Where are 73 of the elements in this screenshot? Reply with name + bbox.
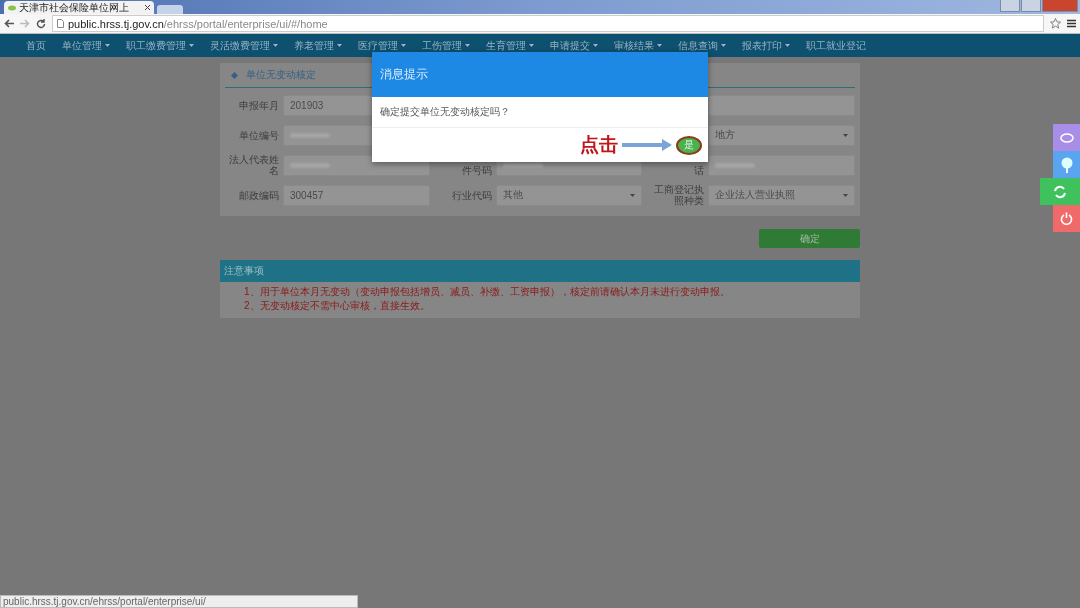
nav-menu-item[interactable]: 生育管理 <box>478 38 542 53</box>
back-icon[interactable] <box>4 19 14 28</box>
note-text: 1、用于单位本月无变动（变动申报包括增员、减员、补缴、工资申报），核定前请确认本月未进行变动申报。 <box>244 285 731 299</box>
text-field[interactable] <box>708 94 855 116</box>
panel-title: 单位无变动核定 <box>246 68 316 82</box>
nav-menu-item[interactable]: 审核结果 <box>606 38 670 53</box>
address-field[interactable]: public.hrss.tj.gov.cn/ehrss/portal/enterprise/ui/#/home <box>52 15 1044 32</box>
tree-button[interactable] <box>1053 151 1080 178</box>
nav-menu-item[interactable]: 信息查询 <box>670 38 734 53</box>
field-label: 法人代表姓名 <box>228 154 279 176</box>
field-label: 话 <box>693 165 705 176</box>
field-label: 行业代码 <box>450 189 492 201</box>
dialog-title: 消息提示 <box>372 52 708 97</box>
status-bar: public.hrss.tj.gov.cn/ehrss/portal/enterprise/ui/ <box>0 595 358 608</box>
close-button[interactable] <box>1042 0 1078 12</box>
caret-icon <box>721 44 726 47</box>
arrow-icon <box>622 139 672 151</box>
nav-menu-item[interactable]: 工伤管理 <box>414 38 478 53</box>
nav-menu-item[interactable]: 职工就业登记 <box>798 38 874 53</box>
browser-tab[interactable]: 天津市社会保险单位网上 <box>4 1 154 14</box>
nav-menu-item[interactable]: 医疗管理 <box>350 38 414 53</box>
notes-title: 注意事项 <box>220 260 860 282</box>
caret-icon <box>337 44 342 47</box>
click-annotation: 点击 <box>580 133 618 157</box>
nav-menu-item[interactable]: 报表打印 <box>734 38 798 53</box>
menu-icon[interactable] <box>1067 19 1076 28</box>
select-field[interactable]: 地方 <box>708 124 855 146</box>
caret-icon <box>630 193 636 197</box>
nav-menu-item[interactable]: 首页 <box>18 38 54 53</box>
logo-button[interactable] <box>1053 124 1080 151</box>
close-icon[interactable] <box>145 5 150 10</box>
caret-icon <box>843 193 848 197</box>
text-field[interactable] <box>708 154 855 176</box>
caret-icon <box>465 44 470 47</box>
refresh-button[interactable] <box>1040 178 1080 205</box>
new-tab-button[interactable] <box>157 5 183 14</box>
page-icon <box>57 19 64 28</box>
caret-icon <box>843 133 848 137</box>
nav-menu-item[interactable]: 职工缴费管理 <box>118 38 202 53</box>
text-field[interactable]: 300457 <box>283 184 430 206</box>
logo-icon <box>1059 132 1074 143</box>
field-label: 件号码 <box>460 165 492 176</box>
caret-icon <box>593 44 598 47</box>
select-field[interactable]: 企业法人营业执照 <box>708 184 855 206</box>
diamond-icon <box>231 71 238 79</box>
refresh-icon <box>1053 184 1067 199</box>
power-button[interactable] <box>1053 205 1080 232</box>
caret-icon <box>105 44 110 47</box>
reload-icon[interactable] <box>36 18 46 29</box>
nav-menu-item[interactable]: 养老管理 <box>286 38 350 53</box>
nav-menu-item[interactable]: 灵活缴费管理 <box>202 38 286 53</box>
forward-icon[interactable] <box>20 19 30 28</box>
minimize-button[interactable] <box>1000 0 1020 12</box>
nav-menu-item[interactable]: 申请提交 <box>542 38 606 53</box>
yes-button[interactable]: 是 <box>676 135 702 155</box>
confirm-button[interactable]: 确定 <box>759 229 860 248</box>
star-icon[interactable] <box>1050 18 1061 29</box>
caret-icon <box>401 44 406 47</box>
note-text: 2、无变动核定不需中心审核，直接生效。 <box>244 299 431 313</box>
leaf-icon <box>8 4 16 11</box>
field-label: 工商登记执照种类 <box>653 184 705 206</box>
tree-icon <box>1059 156 1074 173</box>
field-label: 邮政编码 <box>238 189 279 201</box>
caret-icon <box>657 44 662 47</box>
field-label: 申报年月 <box>238 99 279 111</box>
nav-menu-item[interactable]: 单位管理 <box>54 38 118 53</box>
caret-icon <box>273 44 278 47</box>
maximize-button[interactable] <box>1021 0 1041 12</box>
power-icon <box>1060 212 1073 225</box>
select-field[interactable]: 其他 <box>495 184 643 206</box>
caret-icon <box>189 44 194 47</box>
caret-icon <box>785 44 790 47</box>
caret-icon <box>529 44 534 47</box>
